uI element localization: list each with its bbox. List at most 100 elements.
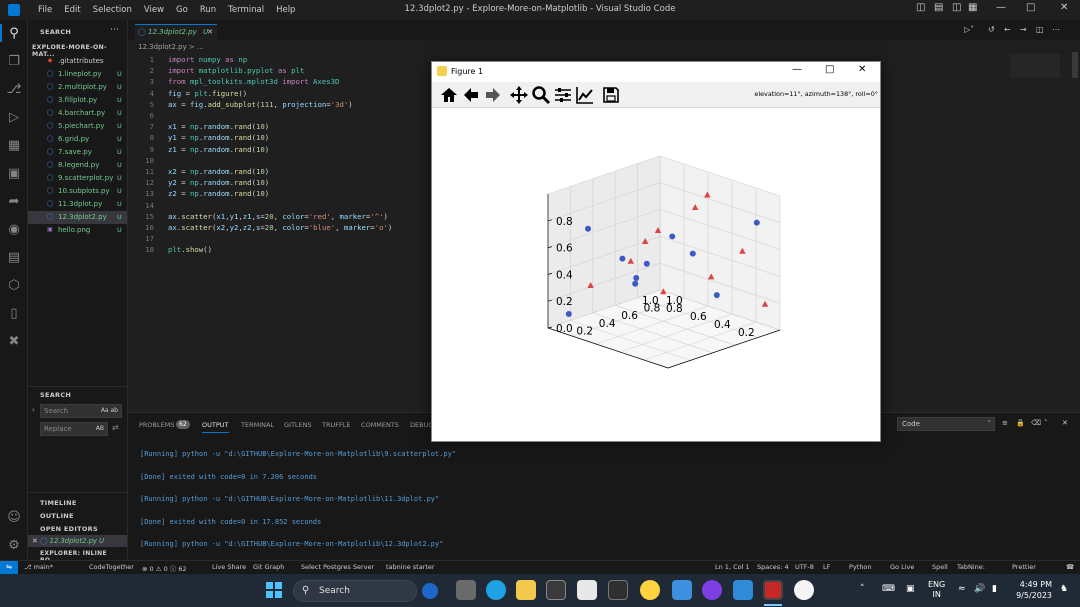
tab-output[interactable]: OUTPUT	[202, 421, 229, 433]
forward-icon[interactable]	[483, 85, 503, 105]
file-item[interactable]: ◯ 2.multiplot.py U	[28, 81, 127, 94]
language-indicator[interactable]: ENG IN	[928, 580, 945, 600]
tabnine-state[interactable]: TabNine:	[957, 563, 985, 571]
keyboard-icon[interactable]: ⌨	[882, 584, 895, 594]
language-mode[interactable]: Python	[849, 563, 872, 571]
explorer-icon[interactable]: ❐	[6, 54, 22, 70]
notification-bell-icon[interactable]: ♞	[1060, 584, 1068, 594]
replace-all-icon[interactable]: ⇄	[112, 423, 119, 432]
file-item[interactable]: ◯ 4.barchart.py U	[28, 107, 127, 120]
remote-explorer-icon[interactable]: ▣	[6, 166, 22, 182]
menu-selection[interactable]: Selection	[93, 5, 132, 15]
figure-maximize-icon[interactable]: □	[825, 64, 834, 75]
tab-debug[interactable]: DEBUG	[410, 421, 433, 429]
close-panel-icon[interactable]: ✕	[1062, 419, 1068, 427]
split-editor-icon[interactable]: ◫	[1036, 25, 1044, 34]
menu-view[interactable]: View	[144, 5, 164, 15]
timeline-back-icon[interactable]: ←	[1004, 25, 1011, 34]
close-icon[interactable]: ✕	[1060, 2, 1068, 13]
menu-go[interactable]: Go	[176, 5, 188, 15]
menu-file[interactable]: File	[38, 5, 52, 15]
tab-gitlens[interactable]: GITLENS	[284, 421, 312, 429]
home-icon[interactable]	[439, 85, 459, 105]
task-view-icon[interactable]	[456, 580, 476, 600]
live-share-icon[interactable]: ➦	[6, 194, 22, 210]
indentation[interactable]: Spaces: 4	[757, 563, 789, 571]
file-item[interactable]: ◯ 11.3dplot.py U	[28, 198, 127, 211]
search-icon[interactable]: ⚲	[6, 26, 22, 42]
save-icon[interactable]	[601, 85, 621, 105]
app-w-icon[interactable]	[763, 580, 783, 600]
tab-terminal[interactable]: TERMINAL	[241, 421, 274, 429]
back-icon[interactable]	[461, 85, 481, 105]
close-tab-icon[interactable]: ✕	[207, 25, 213, 39]
github-icon[interactable]	[702, 580, 722, 600]
wifi-icon[interactable]: ≈	[958, 584, 966, 594]
file-item[interactable]: ◯ 7.save.py U	[28, 146, 127, 159]
menu-help[interactable]: Help	[276, 5, 295, 15]
file-item[interactable]: ◯ 3.fillplot.py U	[28, 94, 127, 107]
search-options[interactable]: Aa ab	[101, 405, 118, 417]
show-hidden-icons-icon[interactable]: ˄	[860, 584, 865, 594]
docker-icon[interactable]: ⬡	[6, 278, 22, 294]
notepad-icon[interactable]	[672, 580, 692, 600]
device-icon[interactable]: ▣	[906, 584, 915, 594]
gitlens-icon[interactable]: ◉	[6, 222, 22, 238]
tabnine-status[interactable]: tabnine starter	[386, 563, 435, 571]
app-icon[interactable]	[608, 580, 628, 600]
extensions-icon[interactable]: ▦	[6, 138, 22, 154]
timeline-forward-icon[interactable]: →	[1020, 25, 1027, 34]
preserve-case-option[interactable]: AB	[96, 423, 104, 435]
outline-header[interactable]: OUTLINE	[40, 512, 74, 520]
toggle-replace-icon[interactable]: ›	[32, 406, 35, 414]
bookmark-icon[interactable]: ▯	[6, 306, 22, 322]
golive-status[interactable]: Go Live	[890, 563, 914, 571]
pan-icon[interactable]	[509, 85, 529, 105]
postgres-status[interactable]: Select Postgres Server	[301, 563, 374, 571]
clear-output-icon[interactable]: ⌫	[1031, 419, 1041, 427]
configure-subplots-icon[interactable]	[553, 85, 573, 105]
chrome-icon[interactable]	[640, 580, 660, 600]
codetogether-status[interactable]: CodeTogether	[89, 563, 134, 571]
breadcrumb[interactable]: 12.3dplot2.py > ...	[138, 43, 204, 51]
settings-gear-icon[interactable]: ⚙	[6, 538, 22, 554]
problems-status[interactable]: ⊗ 0 ⚠ 0 ⓘ 62	[142, 563, 187, 573]
zoom-icon[interactable]	[531, 85, 551, 105]
maximize-icon[interactable]: □	[1026, 2, 1035, 13]
file-item[interactable]: ◯ 5.piechart.py U	[28, 120, 127, 133]
minimize-icon[interactable]: —	[996, 2, 1006, 13]
file-item[interactable]: ◆ .gitattributes	[28, 55, 127, 68]
figure-close-icon[interactable]: ✕	[858, 64, 866, 75]
taskbar-search[interactable]: ⚲ Search	[293, 580, 438, 602]
search-input[interactable]: Search Aa ab	[40, 404, 122, 418]
file-item[interactable]: ◯ 1.lineplot.py U	[28, 68, 127, 81]
vscode-logo-icon[interactable]	[8, 4, 20, 16]
windows-start-icon[interactable]	[266, 582, 282, 598]
figure-minimize-icon[interactable]: —	[792, 64, 802, 75]
liveshare-status[interactable]: Live Share	[212, 563, 246, 571]
more-actions-icon[interactable]: ⋯	[110, 25, 119, 35]
remote-icon[interactable]: ⇋	[0, 561, 18, 574]
open-changes-icon[interactable]: ↺	[988, 25, 995, 34]
battery-icon[interactable]: ▮	[992, 584, 997, 594]
python-figure-icon[interactable]	[794, 580, 814, 600]
spell-status[interactable]: Spell	[932, 563, 948, 571]
tools-icon[interactable]: ✖	[6, 334, 22, 350]
output-channel-select[interactable]: Code ˅	[897, 417, 995, 431]
open-editor-item[interactable]: ✕ ◯ 12.3dplot2.py U	[28, 535, 127, 547]
panel-toggle-icon[interactable]: ▤	[934, 2, 943, 13]
source-control-icon[interactable]: ⎇	[6, 82, 22, 98]
vscode-icon[interactable]	[733, 580, 753, 600]
customize-layout-icon[interactable]: ▦	[968, 2, 977, 13]
store-icon[interactable]	[577, 580, 597, 600]
scrollbar[interactable]	[1072, 52, 1078, 78]
prettier-status[interactable]: Prettier	[1012, 563, 1036, 571]
branch-status[interactable]: ⎇ main*	[24, 563, 53, 571]
file-item[interactable]: ◯ 6.grid.py U	[28, 133, 127, 146]
open-editors-header[interactable]: OPEN EDITORS	[40, 525, 98, 533]
tab-comments[interactable]: COMMENTS	[361, 421, 399, 429]
edge-icon[interactable]	[486, 580, 506, 600]
replace-input[interactable]: Replace AB	[40, 422, 108, 436]
file-item[interactable]: ◯ 9.scatterplot.py U	[28, 172, 127, 185]
run-file-icon[interactable]: ▷˅	[964, 25, 974, 34]
